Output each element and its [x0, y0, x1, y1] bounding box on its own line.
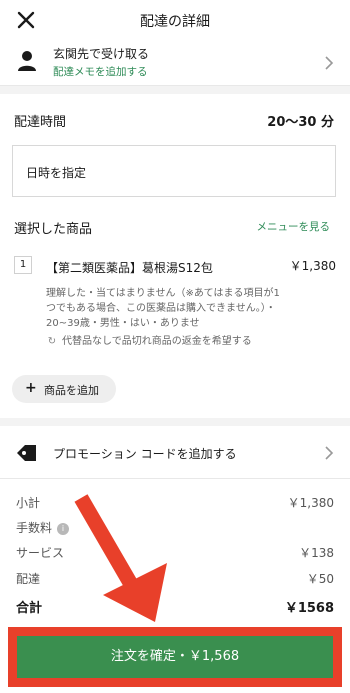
add-item-label: 商品を追加: [44, 384, 99, 397]
header: 配達の詳細: [0, 0, 350, 40]
total-label: 合計: [16, 601, 43, 616]
delivery-option-label: 玄関先で受け取る: [53, 47, 150, 61]
item-quantity[interactable]: 1: [14, 256, 32, 274]
service-row: サービス ￥138: [16, 544, 334, 562]
fee-label: 手数料: [16, 521, 53, 535]
subtotal-value: ￥1,380: [287, 496, 334, 510]
selected-items-title: 選択した商品: [14, 222, 93, 237]
item-options: 理解した・当てはまりません（※あてはまる項目が1つでもある場合、この医薬品は購入…: [46, 288, 280, 329]
delivery-option-row[interactable]: 玄関先で受け取る 配達メモを追加する: [0, 40, 350, 86]
fee-row: 手数料 i: [16, 519, 334, 537]
item-name: 【第二類医薬品】葛根湯S12包: [46, 261, 213, 275]
subtotal-label: 小計: [16, 496, 41, 510]
item-price: ￥1,380: [289, 259, 336, 273]
promo-code-label: プロモーション コードを追加する: [53, 447, 237, 461]
schedule-button[interactable]: 日時を指定: [12, 145, 336, 197]
delivery-fee-value: ￥50: [306, 572, 334, 586]
tag-icon: [17, 445, 36, 461]
total-value: ￥1568: [284, 601, 334, 616]
plus-icon: +: [25, 380, 37, 396]
page-title: 配達の詳細: [140, 14, 210, 30]
chevron-right-icon: [325, 446, 334, 460]
view-menu-link[interactable]: メニューを見る: [257, 219, 331, 234]
divider: [0, 86, 350, 94]
place-order-button[interactable]: 注文を確定・￥1,568: [17, 636, 333, 678]
info-icon[interactable]: i: [57, 523, 70, 535]
service-value: ￥138: [299, 546, 334, 560]
chevron-right-icon: [325, 56, 334, 70]
refund-text: 代替品なしで品切れ商品の返金を希望する: [62, 336, 252, 347]
add-item-button[interactable]: + 商品を追加: [12, 375, 116, 403]
total-row: 合計 ￥1568: [16, 597, 334, 616]
divider: [0, 418, 350, 426]
person-icon: [18, 51, 36, 71]
schedule-label: 日時を指定: [26, 166, 87, 180]
delivery-fee-row: 配達 ￥50: [16, 570, 334, 588]
delivery-fee-label: 配達: [16, 572, 41, 586]
subtotal-row: 小計 ￥1,380: [16, 494, 334, 512]
refund-preference: ↻ 代替品なしで品切れ商品の返金を希望する: [46, 332, 252, 347]
service-label: サービス: [16, 546, 65, 560]
delivery-time-label: 配達時間: [14, 115, 67, 130]
promo-code-row[interactable]: プロモーション コードを追加する: [0, 427, 350, 479]
refresh-icon: ↻: [47, 336, 57, 347]
add-delivery-memo-link[interactable]: 配達メモを追加する: [53, 64, 148, 79]
delivery-time-value: 20〜30 分: [267, 115, 334, 130]
